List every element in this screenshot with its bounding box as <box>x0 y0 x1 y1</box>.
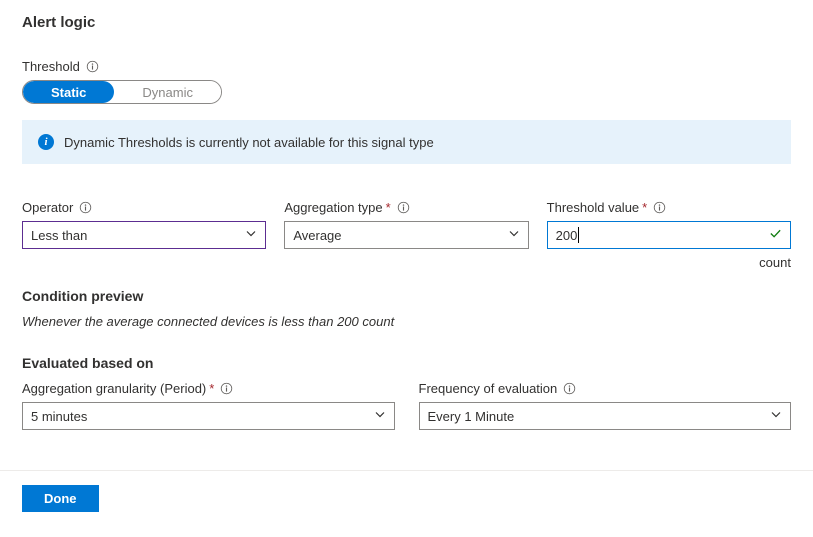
threshold-dynamic-toggle[interactable]: Dynamic <box>114 81 221 103</box>
required-mark: * <box>209 381 214 396</box>
info-banner: i Dynamic Thresholds is currently not av… <box>22 120 791 164</box>
operator-value: Less than <box>31 228 87 243</box>
frequency-select[interactable]: Every 1 Minute <box>419 402 792 430</box>
info-icon[interactable] <box>220 382 233 395</box>
aggregation-label: Aggregation type * <box>284 200 528 215</box>
operator-label: Operator <box>22 200 266 215</box>
aggregation-select[interactable]: Average <box>284 221 528 249</box>
done-button[interactable]: Done <box>22 485 99 512</box>
granularity-label: Aggregation granularity (Period) * <box>22 381 395 396</box>
operator-select[interactable]: Less than <box>22 221 266 249</box>
required-mark: * <box>642 200 647 215</box>
threshold-value-label: Threshold value * <box>547 200 791 215</box>
chevron-down-icon <box>374 409 386 424</box>
condition-preview-text: Whenever the average connected devices i… <box>22 314 791 329</box>
info-icon[interactable] <box>653 201 666 214</box>
chevron-down-icon <box>508 228 520 243</box>
evaluated-label: Evaluated based on <box>22 355 791 371</box>
text-cursor <box>578 227 579 243</box>
threshold-toggle[interactable]: Static Dynamic <box>22 80 222 104</box>
info-icon[interactable] <box>86 60 99 73</box>
threshold-value-input[interactable]: 200 <box>547 221 791 249</box>
required-mark: * <box>386 200 391 215</box>
info-icon[interactable] <box>79 201 92 214</box>
info-banner-text: Dynamic Thresholds is currently not avai… <box>64 135 434 150</box>
threshold-static-toggle[interactable]: Static <box>23 81 114 103</box>
threshold-unit: count <box>547 255 791 270</box>
granularity-select[interactable]: 5 minutes <box>22 402 395 430</box>
frequency-label: Frequency of evaluation <box>419 381 792 396</box>
condition-preview-label: Condition preview <box>22 288 791 304</box>
threshold-value-text: 200 <box>556 228 578 243</box>
page-title: Alert logic <box>22 14 791 31</box>
granularity-value: 5 minutes <box>31 409 87 424</box>
check-icon <box>769 227 782 243</box>
info-icon[interactable] <box>563 382 576 395</box>
threshold-label-text: Threshold <box>22 59 80 74</box>
info-icon[interactable] <box>397 201 410 214</box>
chevron-down-icon <box>770 409 782 424</box>
threshold-label: Threshold <box>22 59 791 74</box>
frequency-value: Every 1 Minute <box>428 409 515 424</box>
aggregation-value: Average <box>293 228 341 243</box>
chevron-down-icon <box>245 228 257 243</box>
info-icon: i <box>38 134 54 150</box>
